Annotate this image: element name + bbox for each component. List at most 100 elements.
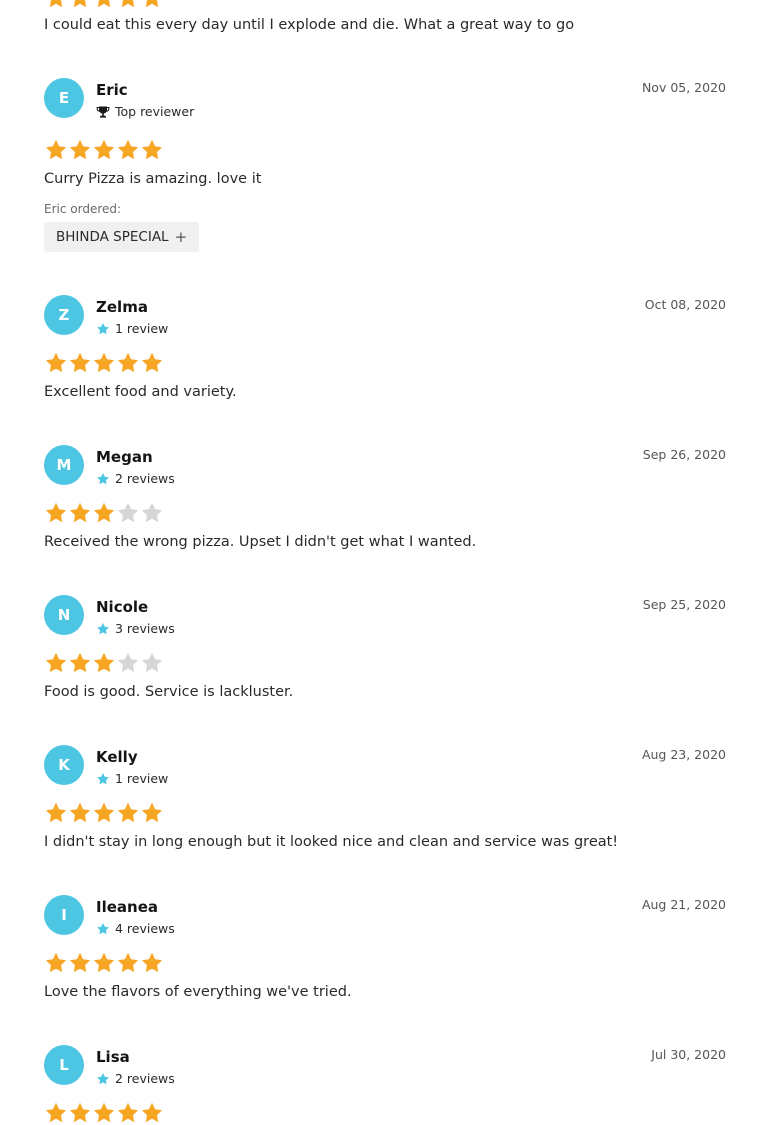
ordered-label: Eric ordered: [44, 202, 122, 216]
star-filled-icon [93, 802, 115, 823]
star-filled-icon [141, 352, 163, 373]
review-text: Curry Pizza is amazing. love it [44, 171, 262, 187]
badge-text: 2 reviews [115, 1071, 175, 1086]
star-filled-icon [93, 952, 115, 973]
review-text: Love the flavors of everything we've tri… [44, 984, 352, 1000]
review-text: Excellent food and variety. [44, 384, 237, 400]
star-filled-icon [49, 0, 63, 8]
reviewer-badge: 1 review [96, 321, 168, 336]
reviewer-name[interactable]: Lisa [96, 1048, 130, 1066]
rating-stars [44, 951, 164, 975]
star-icon [97, 922, 109, 934]
review-text: I could eat this every day until I explo… [44, 17, 575, 33]
reviewer-name[interactable]: Ileanea [96, 898, 158, 916]
star-empty-icon [117, 502, 139, 523]
reviewer-badge: 4 reviews [96, 921, 175, 936]
review-date: Sep 25, 2020 [642, 597, 726, 612]
star-filled-icon [141, 952, 163, 973]
star-filled-icon [121, 0, 135, 8]
star-filled-icon [117, 139, 139, 160]
badge-text: 3 reviews [115, 621, 175, 636]
star-filled-icon [117, 1102, 139, 1123]
review-text: I didn't stay in long enough but it look… [44, 834, 619, 850]
star-filled-icon [141, 1102, 163, 1123]
reviewer-name[interactable]: Nicole [96, 598, 148, 616]
reviewer-badge: 2 reviews [96, 1071, 175, 1086]
review-text: Food is good. Service is lackluster. [44, 684, 294, 700]
ordered-item-name: BHINDA SPECIAL [56, 229, 169, 245]
rating-stars [44, 351, 164, 375]
review-date: Nov 05, 2020 [641, 80, 726, 95]
reviewer-name[interactable]: Megan [96, 448, 153, 466]
badge-text: 2 reviews [115, 471, 175, 486]
ordered-item-chip[interactable]: BHINDA SPECIAL + [44, 222, 200, 252]
reviewer-name[interactable]: Zelma [96, 298, 148, 316]
star-empty-icon [141, 652, 163, 673]
reviewer-badge: 2 reviews [96, 471, 175, 486]
star-icon [97, 772, 109, 784]
reviewer-name[interactable]: Kelly [96, 748, 138, 766]
star-filled-icon [141, 802, 163, 823]
review-text: Received the wrong pizza. Upset I didn't… [44, 534, 477, 550]
reviewer-badge: Top reviewer [96, 104, 194, 119]
star-empty-icon [117, 652, 139, 673]
star-filled-icon [45, 502, 67, 523]
star-filled-icon [93, 502, 115, 523]
star-filled-icon [69, 1102, 91, 1123]
star-filled-icon [69, 139, 91, 160]
star-filled-icon [141, 139, 163, 160]
trophy-icon [96, 106, 110, 118]
rating-stars [44, 0, 164, 10]
rating-stars [44, 651, 164, 675]
avatar: L [44, 1045, 84, 1085]
avatar: M [44, 445, 84, 485]
badge-text: 1 review [115, 321, 169, 336]
star-filled-icon [145, 0, 159, 8]
star-empty-icon [141, 502, 163, 523]
badge-text: Top reviewer [115, 104, 195, 119]
avatar: K [44, 745, 84, 785]
badge-text: 1 review [115, 771, 169, 786]
star-filled-icon [117, 802, 139, 823]
star-filled-icon [45, 952, 67, 973]
reviewer-badge: 3 reviews [96, 621, 175, 636]
review-date: Oct 08, 2020 [644, 297, 726, 312]
star-icon [97, 1072, 109, 1084]
review-date: Aug 23, 2020 [641, 747, 726, 762]
star-filled-icon [69, 502, 91, 523]
avatar: Z [44, 295, 84, 335]
star-filled-icon [93, 1102, 115, 1123]
plus-icon: + [174, 228, 188, 246]
star-filled-icon [97, 0, 111, 8]
reviewer-name[interactable]: Eric [96, 81, 128, 99]
avatar: E [44, 78, 84, 118]
star-filled-icon [45, 652, 67, 673]
star-filled-icon [45, 352, 67, 373]
star-filled-icon [117, 352, 139, 373]
rating-stars [44, 138, 164, 162]
review-date: Aug 21, 2020 [641, 897, 726, 912]
star-filled-icon [93, 352, 115, 373]
star-filled-icon [69, 652, 91, 673]
star-filled-icon [73, 0, 87, 8]
avatar: N [44, 595, 84, 635]
star-filled-icon [45, 139, 67, 160]
review-date: Jul 30, 2020 [651, 1047, 726, 1062]
badge-text: 4 reviews [115, 921, 175, 936]
avatar: I [44, 895, 84, 935]
star-icon [97, 322, 109, 334]
star-filled-icon [93, 139, 115, 160]
star-filled-icon [117, 952, 139, 973]
star-filled-icon [93, 652, 115, 673]
rating-stars [44, 501, 164, 525]
star-filled-icon [69, 352, 91, 373]
star-filled-icon [45, 1102, 67, 1123]
rating-stars [44, 801, 164, 825]
rating-stars [44, 1101, 164, 1125]
star-filled-icon [69, 802, 91, 823]
star-filled-icon [45, 802, 67, 823]
review-date: Sep 26, 2020 [642, 447, 726, 462]
star-icon [97, 472, 109, 484]
star-filled-icon [69, 952, 91, 973]
reviewer-badge: 1 review [96, 771, 168, 786]
